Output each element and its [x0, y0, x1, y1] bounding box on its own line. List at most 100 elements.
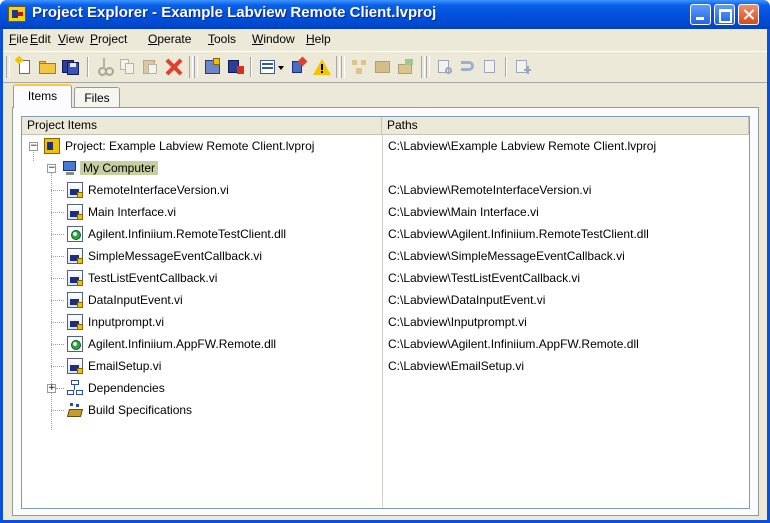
tree-label-item: EmailSetup.vi: [88, 359, 162, 373]
tree-connector: [51, 410, 64, 411]
toolbar-grip[interactable]: [6, 56, 10, 78]
tree-label-item: RemoteInterfaceVersion.vi: [88, 183, 229, 197]
tree-label-item: SimpleMessageEventCallback.vi: [88, 249, 263, 263]
tree-path-item: C:\Labview\Inputprompt.vi: [388, 315, 527, 329]
dll-icon: [67, 226, 83, 242]
menu-bar: File Edit View Project Operate Tools Win…: [3, 29, 767, 50]
tree-label-item: DataInputEvent.vi: [88, 293, 183, 307]
menu-edit[interactable]: Edit: [30, 32, 51, 46]
menu-view[interactable]: View: [58, 32, 84, 46]
save-all-icon[interactable]: [61, 57, 81, 77]
tree-path-item: C:\Labview\Agilent.Infiniium.RemoteTestC…: [388, 227, 649, 241]
tree-row-item[interactable]: RemoteInterfaceVersion.vi C:\Labview\Rem…: [22, 179, 749, 201]
minimize-button[interactable]: [690, 4, 711, 25]
tree-label-item: Inputprompt.vi: [88, 315, 165, 329]
title-bar[interactable]: Project Explorer - Example Labview Remot…: [0, 0, 770, 29]
run-icon[interactable]: [289, 56, 309, 77]
collapse-toggle-icon[interactable]: −: [47, 164, 56, 173]
add-icon[interactable]: [513, 57, 533, 77]
toolbar-grip[interactable]: [336, 56, 340, 78]
redo-icon[interactable]: [481, 57, 501, 77]
project-tree[interactable]: Project Items Paths − Project: Example L…: [21, 116, 750, 509]
close-button[interactable]: [738, 4, 759, 25]
tree-label-build-specifications: Build Specifications: [88, 403, 193, 417]
menu-project[interactable]: Project: [90, 32, 127, 46]
tree-connector: [51, 344, 64, 345]
project-explorer-window: Project Explorer - Example Labview Remot…: [0, 0, 770, 523]
tree-label-item: Agilent.Infiniium.AppFW.Remote.dll: [88, 337, 277, 351]
menu-tools[interactable]: Tools: [208, 32, 236, 46]
tree-connector: [51, 278, 64, 279]
tree-connector: [51, 212, 64, 213]
tree-connector: [51, 256, 64, 257]
collapse-toggle-icon[interactable]: −: [29, 142, 38, 151]
tree-label-dependencies: Dependencies: [88, 381, 165, 395]
tree-label-item: TestListEventCallback.vi: [88, 271, 218, 285]
tree-row-my-computer[interactable]: − My Computer: [22, 157, 749, 179]
view-tabs: Items Files: [3, 83, 767, 108]
column-header-project-items[interactable]: Project Items: [22, 117, 382, 135]
tab-panel: Project Items Paths − Project: Example L…: [12, 107, 759, 516]
paste-icon[interactable]: [141, 57, 161, 77]
dropdown-arrow-icon[interactable]: [277, 57, 285, 77]
open-icon[interactable]: [38, 57, 58, 77]
tree-label-project: Project: Example Labview Remote Client.l…: [65, 139, 315, 153]
view-options-icon[interactable]: [258, 57, 278, 77]
toolbar-grip[interactable]: [421, 56, 425, 78]
dependencies-icon[interactable]: [350, 57, 370, 77]
build-spec-icon[interactable]: [373, 57, 393, 77]
column-header-paths[interactable]: Paths: [382, 117, 749, 135]
maximize-button[interactable]: [714, 4, 735, 25]
toolbar-grip[interactable]: [341, 56, 345, 78]
menu-operate[interactable]: Operate: [148, 32, 191, 46]
toolbar-separator: [505, 57, 507, 77]
project-properties-icon[interactable]: [203, 57, 223, 77]
tab-files[interactable]: Files: [74, 87, 120, 108]
tree-connector: [51, 366, 64, 367]
build-icon[interactable]: [226, 57, 246, 77]
tree-connector: [51, 322, 64, 323]
computer-icon: [62, 160, 78, 176]
tree-row-item[interactable]: Main Interface.vi C:\Labview\Main Interf…: [22, 201, 749, 223]
tree-row-item[interactable]: DataInputEvent.vi C:\Labview\DataInputEv…: [22, 289, 749, 311]
tree-path-item: C:\Labview\RemoteInterfaceVersion.vi: [388, 183, 592, 197]
tree-connector: [51, 300, 64, 301]
toolbar-grip[interactable]: [426, 56, 430, 78]
new-icon[interactable]: [14, 55, 35, 77]
vi-icon: [67, 314, 83, 330]
tree-path-item: C:\Labview\EmailSetup.vi: [388, 359, 525, 373]
vi-icon: [67, 292, 83, 308]
menu-file[interactable]: File: [9, 32, 28, 46]
menu-help[interactable]: Help: [306, 32, 331, 46]
tree-row-item[interactable]: TestListEventCallback.vi C:\Labview\Test…: [22, 267, 749, 289]
filter-icon[interactable]: [435, 57, 455, 77]
window-client-area: File Edit View Project Operate Tools Win…: [3, 29, 767, 520]
toolbar-grip[interactable]: [189, 56, 193, 78]
warning-icon[interactable]: [312, 57, 332, 77]
vi-icon: [67, 182, 83, 198]
deploy-icon[interactable]: [396, 57, 416, 77]
tab-items[interactable]: Items: [13, 84, 72, 108]
tree-row-build-specifications[interactable]: Build Specifications: [22, 399, 749, 421]
tree-row-item[interactable]: Agilent.Infiniium.AppFW.Remote.dll C:\La…: [22, 333, 749, 355]
tree-label-item: Main Interface.vi: [88, 205, 177, 219]
tree-row-item[interactable]: EmailSetup.vi C:\Labview\EmailSetup.vi: [22, 355, 749, 377]
column-headers: Project Items Paths: [22, 117, 749, 135]
cut-icon[interactable]: [95, 57, 115, 77]
vi-icon: [67, 204, 83, 220]
tree-row-project[interactable]: − Project: Example Labview Remote Client…: [22, 135, 749, 157]
dll-icon: [67, 336, 83, 352]
copy-icon[interactable]: [118, 57, 138, 77]
undo-icon[interactable]: [458, 57, 478, 77]
tree-row-item[interactable]: Inputprompt.vi C:\Labview\Inputprompt.vi: [22, 311, 749, 333]
delete-icon[interactable]: [164, 57, 184, 77]
menu-window[interactable]: Window: [252, 32, 295, 46]
tree-row-dependencies[interactable]: + Dependencies: [22, 377, 749, 399]
tree-row-item[interactable]: SimpleMessageEventCallback.vi C:\Labview…: [22, 245, 749, 267]
toolbar-grip[interactable]: [194, 56, 198, 78]
tree-connector: [56, 388, 64, 389]
expand-toggle-icon[interactable]: +: [47, 384, 56, 393]
tree-row-item[interactable]: Agilent.Infiniium.RemoteTestClient.dll C…: [22, 223, 749, 245]
tree-path-item: C:\Labview\Main Interface.vi: [388, 205, 539, 219]
vi-icon: [67, 270, 83, 286]
